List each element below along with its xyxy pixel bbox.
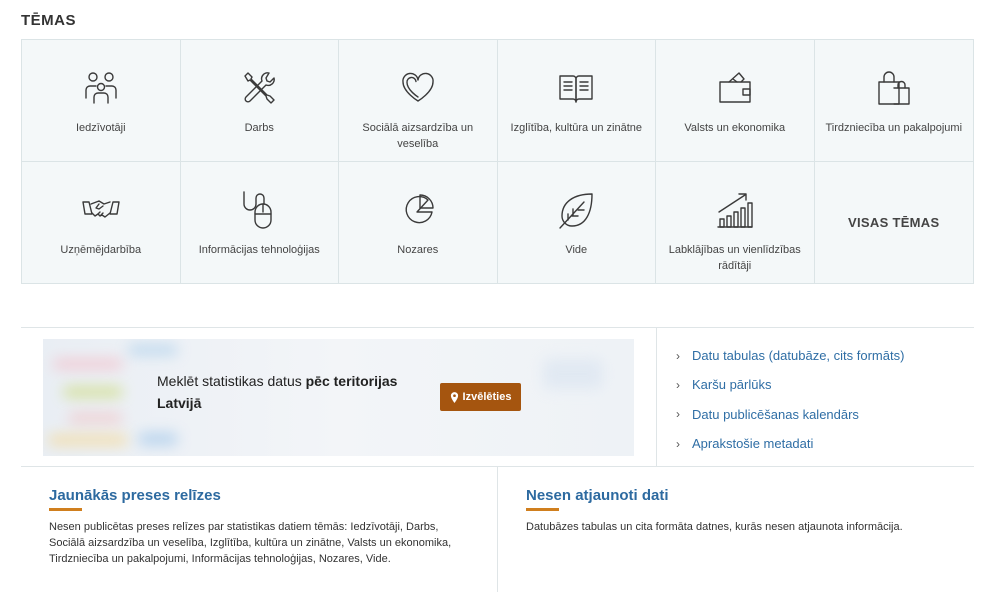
updated-data-text: Datubāzes tabulas un cita formāta datnes… — [526, 521, 903, 533]
topic-tile-izglitiba[interactable]: Izglītība, kultūra un zinātne — [497, 40, 656, 162]
mouse-icon — [239, 190, 279, 230]
link-label: Datu publicēšanas kalendārs — [692, 406, 859, 422]
choose-territory-label: Izvēlēties — [462, 391, 512, 403]
topic-tile-it[interactable]: Informācijas tehnoloģijas — [181, 161, 339, 283]
banner-text-line2: Latvijā — [157, 395, 202, 411]
topic-label: Valsts un ekonomika — [684, 122, 786, 134]
topic-tile-tirdznieciba[interactable]: Tirdzniecība un pakalpojumi — [814, 40, 973, 162]
topic-tile-labklajiba[interactable]: Labklājības un vienlīdzības rādītāji — [656, 161, 815, 283]
book-icon — [556, 68, 596, 108]
press-releases-title[interactable]: Jaunākās preses relīzes — [49, 487, 459, 504]
divider — [497, 467, 498, 592]
topic-tile-vide[interactable]: Vide — [498, 161, 656, 283]
pie-chart-icon — [398, 190, 438, 230]
heart-icon — [398, 68, 438, 108]
topic-tile-sociala-aizsardziba[interactable]: Sociālā aizsardzība un veselība — [339, 40, 498, 162]
press-releases-section: Jaunākās preses relīzes Nesen publicētas… — [49, 487, 459, 567]
quick-links: › Datu tabulas (datubāze, cits formāts) … — [676, 341, 904, 458]
all-topics-tile[interactable]: VISAS TĒMAS — [815, 162, 974, 284]
topics-grid: Iedzīvotāji Darbs Sociālā aizsardzība un… — [21, 39, 974, 284]
press-releases-text: Nesen publicētas preses relīzes par stat… — [49, 521, 452, 565]
shopping-bag-icon — [874, 68, 914, 108]
link-map-browser[interactable]: › Karšu pārlūks — [676, 370, 904, 399]
topic-tile-valsts-ekonomika[interactable]: Valsts un ekonomika — [656, 40, 815, 162]
wallet-icon — [715, 68, 755, 108]
link-label: Karšu pārlūks — [692, 377, 772, 393]
choose-territory-button[interactable]: Izvēlēties — [440, 383, 521, 411]
updated-data-section: Nesen atjaunoti dati Datubāzes tabulas u… — [526, 487, 946, 535]
topic-tile-iedzivotaji[interactable]: Iedzīvotāji — [22, 40, 181, 162]
divider — [21, 327, 974, 328]
link-metadata[interactable]: › Aprakstošie metadati — [676, 429, 904, 458]
topic-label: Sociālā aizsardzība un veselība — [362, 122, 474, 150]
people-icon — [81, 68, 121, 108]
tools-icon — [239, 68, 279, 108]
banner-text-bold: pēc teritorijas — [305, 373, 398, 389]
banner-text-regular: Meklēt statistikas datus — [157, 373, 306, 389]
section-title: TĒMAS — [21, 12, 76, 29]
chevron-right-icon: › — [676, 407, 680, 422]
map-pin-icon — [450, 391, 458, 403]
topic-label: Informācijas tehnoloģijas — [198, 243, 320, 256]
topic-tile-darbs[interactable]: Darbs — [180, 40, 339, 162]
topic-label: Nozares — [397, 243, 439, 256]
growth-chart-icon — [715, 190, 755, 230]
updated-data-title[interactable]: Nesen atjaunoti dati — [526, 487, 946, 504]
topic-label: Labklājības un vienlīdzības rādītāji — [668, 243, 801, 272]
link-release-calendar[interactable]: › Datu publicēšanas kalendārs — [676, 400, 904, 429]
topic-label: Uzņēmējdarbība — [60, 243, 142, 256]
link-label: Datu tabulas (datubāze, cits formāts) — [692, 348, 905, 364]
chevron-right-icon: › — [676, 348, 680, 363]
topic-label: Vide — [565, 243, 588, 256]
banner-text: Meklēt statistikas datus pēc teritorijas… — [157, 370, 437, 414]
topic-label: Tirdzniecība un pakalpojumi — [825, 122, 963, 134]
link-data-tables[interactable]: › Datu tabulas (datubāze, cits formāts) — [676, 341, 904, 370]
chevron-right-icon: › — [676, 436, 680, 451]
topic-label: Iedzīvotāji — [75, 122, 126, 134]
title-underline — [526, 508, 559, 511]
link-label: Aprakstošie metadati — [692, 436, 814, 452]
leaf-icon — [556, 190, 596, 230]
handshake-icon — [81, 190, 121, 230]
chevron-right-icon: › — [676, 377, 680, 392]
topic-label: Darbs — [244, 122, 274, 134]
all-topics-label: VISAS TĒMAS — [848, 214, 940, 230]
topic-tile-uznemejdarbiba[interactable]: Uzņēmējdarbība — [22, 161, 181, 283]
title-underline — [49, 508, 82, 511]
territory-search-banner: Meklēt statistikas datus pēc teritorijas… — [43, 339, 634, 456]
topic-tile-nozares[interactable]: Nozares — [339, 161, 498, 283]
divider — [656, 328, 657, 466]
topic-label: Izglītība, kultūra un zinātne — [510, 122, 642, 134]
